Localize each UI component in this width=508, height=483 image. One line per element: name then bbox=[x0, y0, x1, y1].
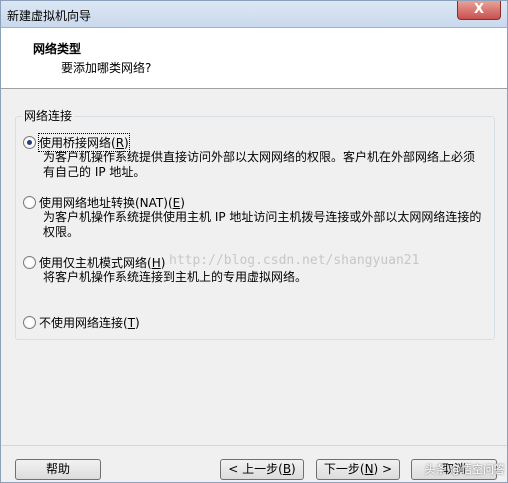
page-subtitle: 要添加哪类网络? bbox=[61, 61, 152, 75]
host-only-label[interactable]: 使用仅主机模式网络(H) bbox=[39, 254, 165, 271]
source-badge: 头条 @悟空问答 bbox=[424, 463, 506, 476]
bridged-description: 为客户机操作系统提供直接访问外部以太网网络的权限。客户机在外部网络上必须有自己的… bbox=[43, 150, 476, 179]
button-divider bbox=[1, 445, 507, 446]
no-network-radio[interactable] bbox=[23, 316, 36, 329]
nat-label[interactable]: 使用网络地址转换(NAT)(E) bbox=[39, 194, 185, 211]
wizard-header: 网络类型 要添加哪类网络? bbox=[1, 28, 507, 89]
window-title: 新建虚拟机向导 bbox=[7, 9, 92, 23]
nat-description: 为客户机操作系统提供使用主机 IP 地址访问主机拨号连接或外部以太网网络连接的权… bbox=[43, 210, 482, 239]
help-button[interactable]: 帮助 bbox=[15, 459, 101, 480]
nat-radio[interactable] bbox=[23, 196, 36, 209]
group-label: 网络连接 bbox=[22, 107, 75, 124]
close-button[interactable]: X bbox=[457, 1, 501, 20]
bridged-label[interactable]: 使用桥接网络(R) bbox=[38, 133, 130, 152]
page-title: 网络类型 bbox=[33, 42, 82, 56]
host-only-radio[interactable] bbox=[23, 256, 36, 269]
no-network-label[interactable]: 不使用网络连接(T) bbox=[39, 314, 140, 331]
host-only-description: 将客户机操作系统连接到主机上的专用虚拟网络。 bbox=[43, 270, 308, 284]
back-button[interactable]: < 上一步(B) bbox=[220, 459, 304, 480]
wizard-window: 新建虚拟机向导 X 网络类型 要添加哪类网络? 网络连接 使用桥接网络(R) 为… bbox=[0, 0, 508, 483]
title-bar[interactable]: 新建虚拟机向导 X bbox=[1, 1, 507, 28]
watermark: http://blog.csdn.net/shangyuan21 bbox=[169, 253, 420, 268]
bridged-radio[interactable] bbox=[23, 136, 36, 149]
next-button[interactable]: 下一步(N) > bbox=[316, 459, 400, 480]
